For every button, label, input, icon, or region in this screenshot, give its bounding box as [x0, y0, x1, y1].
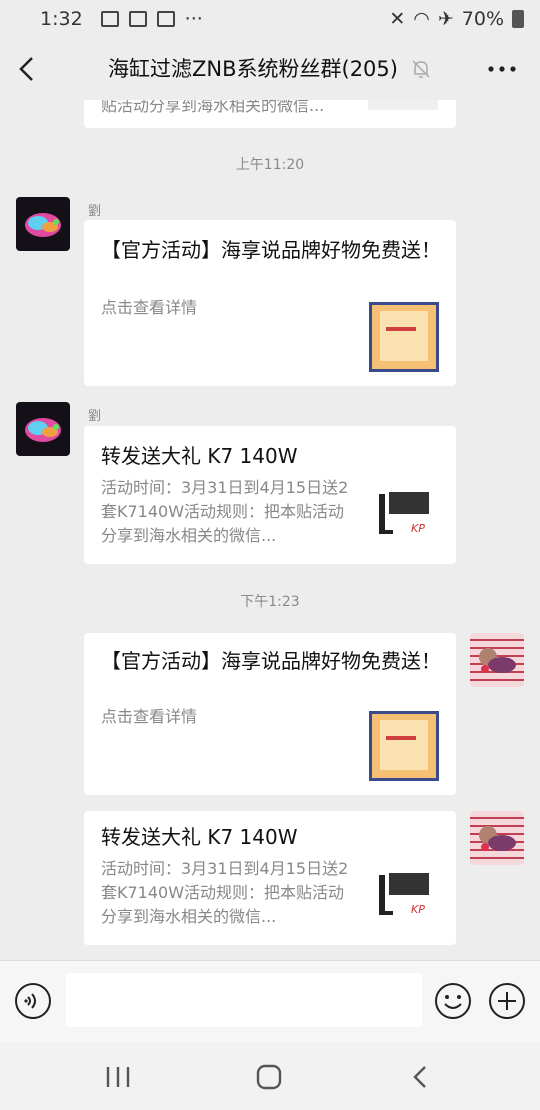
- lamp-product-icon: KP: [379, 492, 429, 535]
- avatar[interactable]: [16, 402, 70, 456]
- message-desc: 活动时间：3月31日到4月15日送2套K7140W活动规则：把本贴活动分享到海水…: [101, 478, 349, 545]
- recent-apps-icon[interactable]: [104, 1064, 132, 1090]
- my-avatar[interactable]: [470, 811, 524, 865]
- product-thumbnail: [368, 100, 438, 110]
- message-desc: 贴活动分享到海水相关的微信...: [101, 100, 325, 115]
- message-title: 转发送大礼 K7 140W: [101, 825, 298, 849]
- chat-header: 海缸过滤ZNB系统粉丝群(205): [0, 38, 540, 100]
- message-desc: 点击查看详情: [101, 298, 198, 317]
- avatar[interactable]: [16, 197, 70, 251]
- system-nav-bar: [0, 1042, 540, 1110]
- emoji-icon[interactable]: [434, 982, 472, 1020]
- more-notifications-icon: ···: [184, 8, 203, 30]
- more-options-icon[interactable]: [486, 60, 518, 78]
- chat-title: 海缸过滤ZNB系统粉丝群(205): [108, 57, 398, 81]
- message-card[interactable]: 【官方活动】海享说品牌好物免费送！ 点击查看详情: [84, 633, 456, 795]
- message-card[interactable]: 转发送大礼 K7 140W 活动时间：3月31日到4月15日送2套K7140W活…: [84, 811, 456, 945]
- battery-icon: [512, 10, 524, 28]
- wifi-icon: ◠: [413, 8, 430, 30]
- message-title: 【官方活动】海享说品牌好物免费送！: [101, 649, 441, 673]
- sender-name: 劉: [88, 409, 102, 424]
- timestamp: 上午11:20: [235, 157, 305, 173]
- input-bar: [0, 960, 540, 1042]
- fish-avatar-icon: [25, 418, 61, 442]
- airplane-icon: ✈: [437, 8, 454, 30]
- sender-name: 劉: [88, 204, 102, 219]
- battery-percent: 70%: [461, 8, 504, 30]
- message-desc: 点击查看详情: [101, 707, 198, 726]
- status-time: 1:32: [40, 8, 83, 30]
- mute-bell-icon: [412, 60, 430, 78]
- cartoon-avatar-icon: [479, 648, 516, 673]
- product-thumbnail: [369, 711, 439, 781]
- svg-text:KP: KP: [411, 522, 425, 535]
- product-thumbnail: [369, 302, 439, 372]
- svg-text:KP: KP: [411, 903, 425, 916]
- message-title: 【官方活动】海享说品牌好物免费送！: [101, 238, 441, 262]
- douyin-icon: [156, 11, 175, 27]
- message-input[interactable]: [66, 973, 422, 1027]
- plus-icon[interactable]: [488, 982, 526, 1020]
- gallery-icon: [100, 11, 119, 27]
- cartoon-avatar-icon: [479, 826, 516, 851]
- fish-avatar-icon: [25, 213, 61, 237]
- message-card-partial[interactable]: 贴活动分享到海水相关的微信...: [84, 100, 456, 128]
- message-title: 转发送大礼 K7 140W: [101, 444, 298, 468]
- voice-input-icon[interactable]: [14, 982, 52, 1020]
- product-thumbnail: KP: [369, 482, 439, 552]
- timestamp: 下午1:23: [240, 594, 300, 610]
- my-avatar[interactable]: [470, 633, 524, 687]
- product-thumbnail: KP: [369, 863, 439, 933]
- message-card[interactable]: 转发送大礼 K7 140W 活动时间：3月31日到4月15日送2套K7140W活…: [84, 426, 456, 564]
- message-card[interactable]: 【官方活动】海享说品牌好物免费送！ 点击查看详情: [84, 220, 456, 386]
- message-desc: 活动时间：3月31日到4月15日送2套K7140W活动规则：把本贴活动分享到海水…: [101, 859, 349, 926]
- back-arrow-icon[interactable]: [14, 54, 42, 84]
- app-icon: [128, 11, 147, 27]
- nav-back-icon[interactable]: [408, 1062, 432, 1092]
- mute-status-icon: ✕: [389, 8, 406, 30]
- chat-area[interactable]: 贴活动分享到海水相关的微信... 上午11:20 劉 【官方活动】海享说品牌好物…: [0, 100, 540, 960]
- status-bar: 1:32 ··· ✕ ◠ ✈ 70%: [0, 0, 540, 38]
- lamp-product-icon: KP: [379, 873, 429, 916]
- home-icon[interactable]: [254, 1062, 284, 1092]
